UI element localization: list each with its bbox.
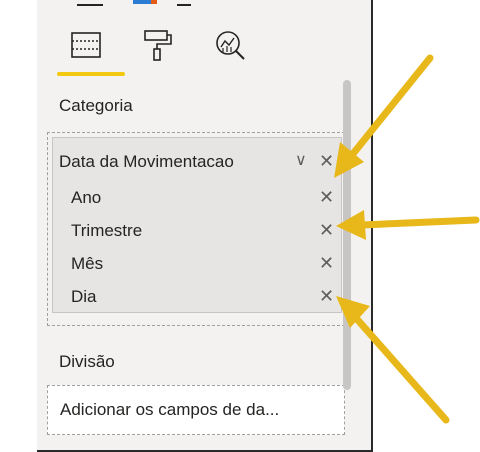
arrow-annotation	[336, 210, 480, 240]
arrow-annotation	[336, 296, 450, 424]
arrow-annotation	[334, 54, 434, 178]
annotation-arrows	[334, 54, 480, 424]
